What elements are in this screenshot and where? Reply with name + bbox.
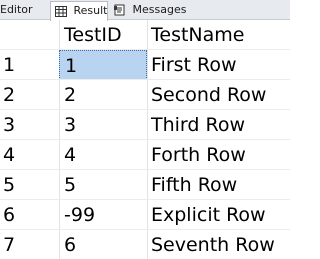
table-row: 5 5 Fifth Row [0, 170, 290, 200]
cell-testid[interactable]: 6 [59, 230, 147, 259]
cell-testid-selected[interactable]: 1 [59, 50, 147, 80]
cell-testname[interactable]: Seventh Row [147, 230, 290, 259]
tab-messages[interactable]: Messages [111, 1, 189, 20]
row-number[interactable]: 6 [0, 200, 59, 230]
column-header-testname[interactable]: TestName [147, 20, 290, 50]
cell-testid[interactable]: -99 [59, 200, 147, 230]
tab-results-label: Results [73, 4, 108, 17]
cell-testid[interactable]: 3 [59, 110, 147, 140]
tab-results[interactable]: Results [50, 1, 108, 21]
row-number[interactable]: 1 [0, 50, 59, 80]
row-number[interactable]: 5 [0, 170, 59, 200]
grid-icon [55, 5, 67, 21]
tab-editor[interactable]: Editor [0, 1, 48, 20]
cell-testname[interactable]: Forth Row [147, 140, 290, 170]
cell-testname[interactable]: Explicit Row [147, 200, 290, 230]
messages-icon [114, 4, 126, 20]
tab-editor-label: Editor [0, 3, 33, 16]
header-row: TestID TestName [0, 20, 290, 50]
row-number[interactable]: 3 [0, 110, 59, 140]
cell-testid[interactable]: 4 [59, 140, 147, 170]
row-number[interactable]: 2 [0, 80, 59, 110]
column-header-testid[interactable]: TestID [59, 20, 147, 50]
table-row: 6 -99 Explicit Row [0, 200, 290, 230]
tab-messages-label: Messages [132, 3, 187, 16]
row-number[interactable]: 7 [0, 230, 59, 259]
cell-testid[interactable]: 5 [59, 170, 147, 200]
results-tab-bar: Editor Results Messages [0, 0, 290, 21]
table-row: 4 4 Forth Row [0, 140, 290, 170]
row-number-header[interactable] [0, 20, 59, 50]
table-row: 2 2 Second Row [0, 80, 290, 110]
table-row: 1 1 First Row [0, 50, 290, 80]
cell-testname[interactable]: Second Row [147, 80, 290, 110]
row-number[interactable]: 4 [0, 140, 59, 170]
cell-testname[interactable]: Third Row [147, 110, 290, 140]
table-row: 7 6 Seventh Row [0, 230, 290, 259]
cell-testid[interactable]: 2 [59, 80, 147, 110]
cell-testname[interactable]: Fifth Row [147, 170, 290, 200]
cell-testname[interactable]: First Row [147, 50, 290, 80]
table-row: 3 3 Third Row [0, 110, 290, 140]
